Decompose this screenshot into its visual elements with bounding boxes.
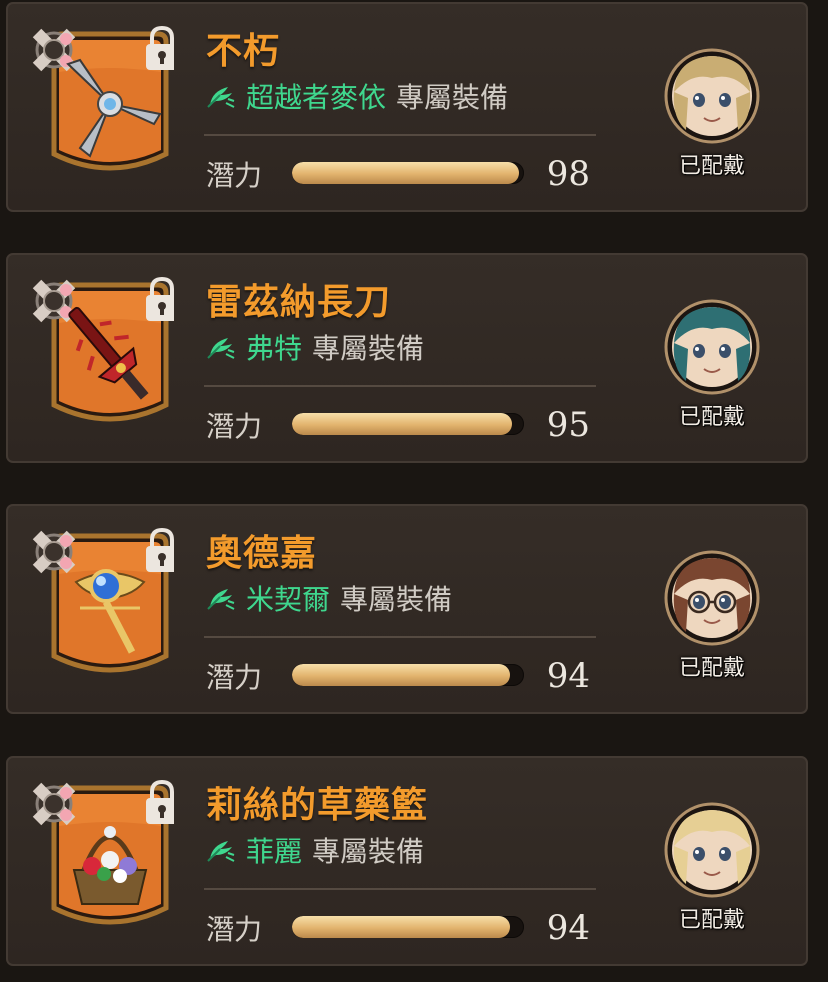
equipment-name: 雷茲納長刀 xyxy=(206,281,392,323)
owner-row: 超越者麥依 專屬裝備 xyxy=(206,76,508,116)
equipment-list: 不朽 超越者麥依 專屬裝備 潛力 98 已配戴 雷茲納長刀 弗特 專屬裝備 潛力… xyxy=(0,0,828,982)
equipment-name: 奧德嘉 xyxy=(206,532,318,574)
divider xyxy=(204,636,596,638)
potential-bar-fill xyxy=(292,162,520,184)
equipment-card-1[interactable]: 不朽 超越者麥依 專屬裝備 潛力 98 已配戴 xyxy=(6,2,808,212)
divider xyxy=(204,888,596,890)
potential-bar xyxy=(292,916,524,938)
leaf-icon xyxy=(207,338,235,359)
potential-label: 潛力 xyxy=(206,661,263,694)
blonde-hero-portrait[interactable] xyxy=(664,48,760,144)
owner-name: 菲麗 xyxy=(246,835,303,868)
equipment-frame[interactable] xyxy=(26,774,174,934)
owner-row: 菲麗 專屬裝備 xyxy=(206,830,424,870)
divider xyxy=(204,385,596,387)
gear-emblem-icon xyxy=(32,530,76,574)
exclusive-equipment-label: 專屬裝備 xyxy=(312,835,425,868)
potential-bar-fill xyxy=(292,916,511,938)
potential-bar-fill xyxy=(292,413,513,435)
potential-label: 潛力 xyxy=(206,410,263,443)
owner-name: 弗特 xyxy=(246,332,303,365)
potential-label: 潛力 xyxy=(206,159,263,192)
potential-bar xyxy=(292,413,524,435)
owner-name: 米契爾 xyxy=(246,583,331,616)
potential-bar xyxy=(292,664,524,686)
owner-name: 超越者麥依 xyxy=(246,81,387,114)
potential-value: 94 xyxy=(546,656,590,696)
potential-value: 94 xyxy=(546,908,590,948)
equipment-frame[interactable] xyxy=(26,20,174,180)
equipment-name: 莉絲的草藥籃 xyxy=(206,784,429,826)
equipment-card-2[interactable]: 雷茲納長刀 弗特 專屬裝備 潛力 95 已配戴 xyxy=(6,253,808,463)
equipment-name: 不朽 xyxy=(206,30,281,72)
exclusive-equipment-label: 專屬裝備 xyxy=(312,332,425,365)
leaf-icon xyxy=(207,87,235,108)
potential-bar xyxy=(292,162,524,184)
equipped-badge: 已配戴 xyxy=(678,405,745,430)
equipped-badge: 已配戴 xyxy=(678,154,745,179)
owner-row: 米契爾 專屬裝備 xyxy=(206,578,452,618)
potential-bar-fill xyxy=(292,664,511,686)
blonde-girl-portrait[interactable] xyxy=(664,802,760,898)
equipped-badge: 已配戴 xyxy=(678,656,745,681)
owner-row: 弗特 專屬裝備 xyxy=(206,327,424,367)
equipment-frame[interactable] xyxy=(26,522,174,682)
equipment-frame[interactable] xyxy=(26,271,174,431)
equipped-badge: 已配戴 xyxy=(678,908,745,933)
potential-value: 95 xyxy=(546,405,590,445)
gear-emblem-icon xyxy=(32,782,76,826)
leaf-icon xyxy=(207,589,235,610)
potential-value: 98 xyxy=(546,154,590,194)
glasses-portrait[interactable] xyxy=(664,550,760,646)
equipment-card-3[interactable]: 奧德嘉 米契爾 專屬裝備 潛力 94 已配戴 xyxy=(6,504,808,714)
exclusive-equipment-label: 專屬裝備 xyxy=(340,583,453,616)
leaf-icon xyxy=(207,841,235,862)
teal-hair-portrait[interactable] xyxy=(664,299,760,395)
divider xyxy=(204,134,596,136)
potential-label: 潛力 xyxy=(206,913,263,946)
exclusive-equipment-label: 專屬裝備 xyxy=(396,81,509,114)
equipment-card-4[interactable]: 莉絲的草藥籃 菲麗 專屬裝備 潛力 94 已配戴 xyxy=(6,756,808,966)
